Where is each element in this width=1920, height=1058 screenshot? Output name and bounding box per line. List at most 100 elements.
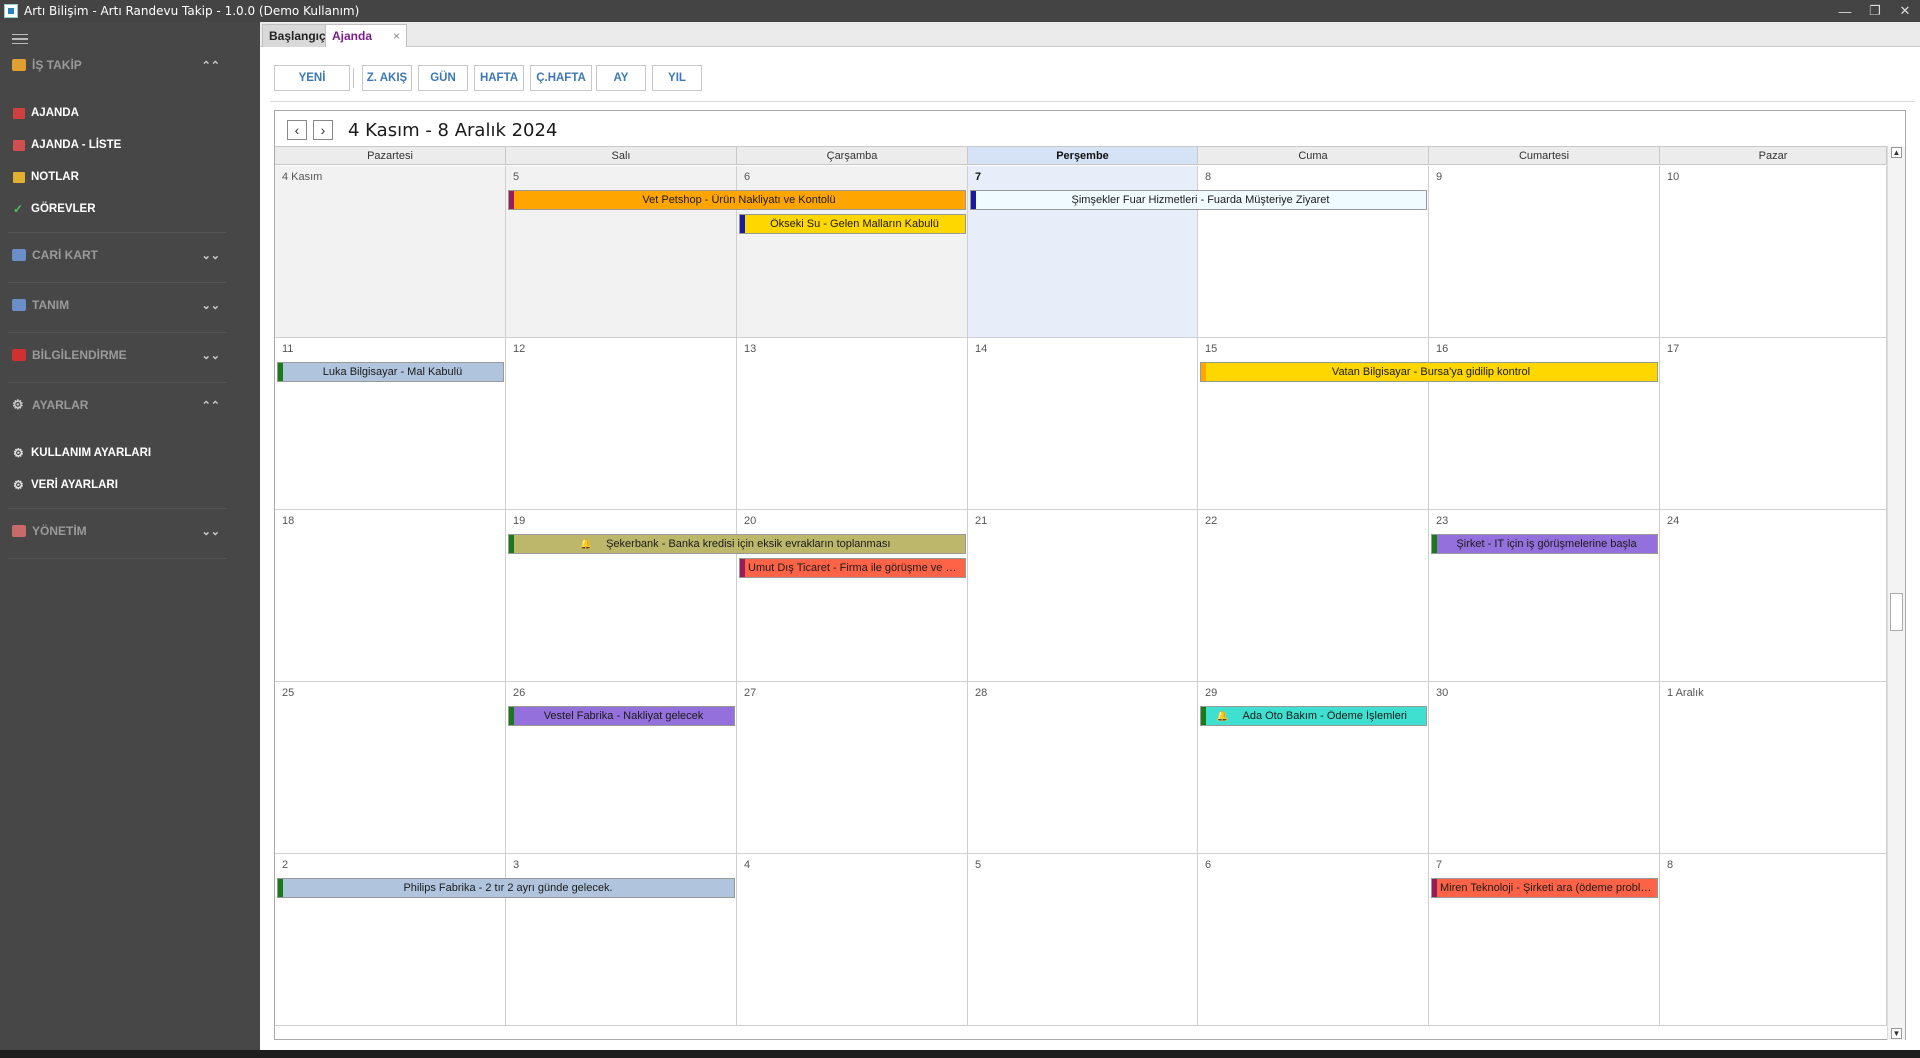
day-cell[interactable]: 28	[968, 682, 1198, 854]
day-cell[interactable]: 4 Kasım	[275, 166, 506, 338]
day-cell[interactable]: 6	[1198, 854, 1429, 1026]
day-cell[interactable]: 9	[1429, 166, 1660, 338]
section-is-takip[interactable]: İŞ TAKİP ⌃⌃	[0, 52, 232, 78]
expand-chevron-icon[interactable]: ⌄⌄	[202, 349, 220, 362]
day-cell[interactable]: 14	[968, 338, 1198, 510]
day-number: 4 Kasım	[282, 171, 323, 183]
day-cell[interactable]: 8	[1660, 854, 1887, 1026]
sidebar: İŞ TAKİP ⌃⌃ AJANDA AJANDA - LİSTE NOTLAR…	[0, 22, 260, 1050]
appointment-status-stripe	[740, 215, 745, 233]
scroll-down-icon[interactable]: ▼	[1891, 1028, 1902, 1039]
day-cell[interactable]: 24	[1660, 510, 1887, 682]
expand-chevron-icon[interactable]: ⌄⌄	[202, 525, 220, 538]
appointment[interactable]: Philips Fabrika - 2 tır 2 ayrı günde gel…	[277, 878, 735, 898]
appointment-text: Philips Fabrika - 2 tır 2 ayrı günde gel…	[403, 882, 613, 894]
vertical-scrollbar[interactable]: ▲ ▼	[1887, 146, 1905, 1040]
section-yonetim[interactable]: YÖNETİM ⌄⌄	[0, 518, 232, 544]
day-cell[interactable]: 27	[737, 682, 968, 854]
appointment-status-stripe	[740, 559, 745, 577]
next-period-button[interactable]: ›	[313, 120, 333, 140]
day-cell[interactable]: 18	[275, 510, 506, 682]
day-cell[interactable]: 17	[1660, 338, 1887, 510]
window-title: Artı Bilişim - Artı Randevu Takip - 1.0.…	[24, 4, 360, 18]
day-cell[interactable]: 13	[737, 338, 968, 510]
bell-icon: 🔔	[579, 538, 593, 550]
appointment[interactable]: Miren Teknoloji - Şirketi ara (ödeme pro…	[1431, 878, 1658, 898]
appointment[interactable]: Luka Bilgisayar - Mal Kabulü	[277, 362, 504, 382]
appointment-status-stripe	[278, 879, 283, 897]
section-label: AYARLAR	[32, 398, 89, 412]
day-cell[interactable]: 4	[737, 854, 968, 1026]
day-number: 18	[282, 515, 295, 527]
appointment[interactable]: Vestel Fabrika - Nakliyat gelecek	[508, 706, 735, 726]
appointment[interactable]: 🔔 Ada Oto Bakım - Ödeme İşlemleri	[1200, 706, 1427, 726]
day-cell[interactable]: 30	[1429, 682, 1660, 854]
day-number: 2	[282, 859, 289, 871]
scroll-up-icon[interactable]: ▲	[1891, 147, 1902, 158]
close-tab-icon[interactable]: ×	[393, 29, 400, 43]
appointment-text: Ökseki Su - Gelen Malların Kabulü	[770, 218, 939, 230]
day-cell[interactable]: 1 Aralık	[1660, 682, 1887, 854]
appointment-text: Umut Dış Ticaret - Firma ile görüşme ve …	[748, 562, 965, 574]
appointment-status-stripe	[971, 191, 976, 209]
section-cari-kart[interactable]: CARİ KART ⌄⌄	[0, 242, 232, 268]
sidebar-item-notlar[interactable]: NOTLAR	[0, 166, 240, 188]
appointment-text: Vet Petshop - Ürün Nakliyatı ve Kontolü	[642, 194, 836, 206]
bell-icon: 🔔	[1216, 710, 1229, 722]
section-bilgilendirme[interactable]: BİLGİLENDİRME ⌄⌄	[0, 342, 232, 368]
section-ayarlar[interactable]: ⚙ AYARLAR ⌃⌃	[0, 392, 232, 418]
appointment-text: Luka Bilgisayar - Mal Kabulü	[322, 366, 463, 378]
sidebar-item-kullanim-ayarlari[interactable]: ⚙ KULLANIM AYARLARI	[0, 442, 240, 464]
year-view-button[interactable]: YIL	[652, 65, 702, 91]
day-cell[interactable]: 10	[1660, 166, 1887, 338]
divider	[8, 232, 226, 233]
is-takip-icon	[12, 59, 26, 71]
day-header: Salı	[506, 147, 737, 165]
new-button[interactable]: YENİ	[274, 65, 350, 91]
appointment[interactable]: 🔔 Şekerbank - Banka kredisi için eksik ev…	[508, 534, 966, 554]
sidebar-item-veri-ayarlari[interactable]: ⚙ VERİ AYARLARI	[0, 474, 240, 496]
appointment-text: Vestel Fabrika - Nakliyat gelecek	[543, 710, 704, 722]
scroll-thumb[interactable]	[1890, 593, 1903, 631]
previous-period-button[interactable]: ‹	[287, 120, 307, 140]
close-window-button[interactable]: ✕	[1890, 3, 1920, 19]
sidebar-item-ajanda-liste[interactable]: AJANDA - LİSTE	[0, 134, 240, 156]
expand-chevron-icon[interactable]: ⌄⌄	[202, 299, 220, 312]
day-cell[interactable]: 22	[1198, 510, 1429, 682]
sidebar-item-ajanda[interactable]: AJANDA	[0, 102, 240, 124]
minimize-button[interactable]: —	[1830, 4, 1860, 19]
appointment[interactable]: Ökseki Su - Gelen Malların Kabulü	[739, 214, 966, 234]
day-number: 6	[1205, 859, 1212, 871]
appointment[interactable]: Şirket - IT için iş görüşmelerine başla	[1431, 534, 1658, 554]
collapse-chevron-icon[interactable]: ⌃⌃	[202, 399, 220, 412]
tab-ajanda[interactable]: Ajanda ×	[325, 24, 407, 47]
timeline-button[interactable]: Z. AKIŞ	[362, 65, 412, 91]
collapse-chevron-icon[interactable]: ⌃⌃	[202, 59, 220, 72]
day-cell[interactable]: 12	[506, 338, 737, 510]
day-view-button[interactable]: GÜN	[418, 65, 468, 91]
day-cell[interactable]: 21	[968, 510, 1198, 682]
divider	[8, 382, 226, 383]
appointment[interactable]: Vet Petshop - Ürün Nakliyatı ve Kontolü	[508, 190, 966, 210]
gear-icon: ⚙	[13, 445, 24, 460]
tab-baslangic[interactable]: Başlangıç	[262, 24, 333, 47]
day-cell[interactable]: 5	[968, 854, 1198, 1026]
appointment[interactable]: Umut Dış Ticaret - Firma ile görüşme ve …	[739, 558, 966, 578]
week-view-button[interactable]: HAFTA	[474, 65, 524, 91]
admin-icon	[12, 525, 26, 537]
restore-button[interactable]: ❐	[1860, 3, 1890, 19]
appointment[interactable]: Şimşekler Fuar Hizmetleri - Fuarda Müşte…	[970, 190, 1427, 210]
day-number: 17	[1667, 343, 1680, 355]
hamburger-menu-icon[interactable]	[12, 34, 28, 44]
day-number: 29	[1205, 687, 1218, 699]
day-number: 15	[1205, 343, 1218, 355]
appointment[interactable]: Vatan Bilgisayar - Bursa'ya gidilip kont…	[1200, 362, 1658, 382]
sidebar-item-gorevler[interactable]: ✓ GÖREVLER	[0, 198, 240, 220]
month-view-button[interactable]: AY	[596, 65, 646, 91]
day-cell[interactable]: 25	[275, 682, 506, 854]
tab-strip: Başlangıç Ajanda ×	[260, 22, 1920, 47]
workweek-view-button[interactable]: Ç.HAFTA	[530, 65, 592, 91]
section-tanim[interactable]: TANIM ⌄⌄	[0, 292, 232, 318]
calendar: ‹ › 4 Kasım - 8 Aralık 2024 Pazartesi Sal…	[274, 110, 1906, 1040]
expand-chevron-icon[interactable]: ⌄⌄	[202, 249, 220, 262]
